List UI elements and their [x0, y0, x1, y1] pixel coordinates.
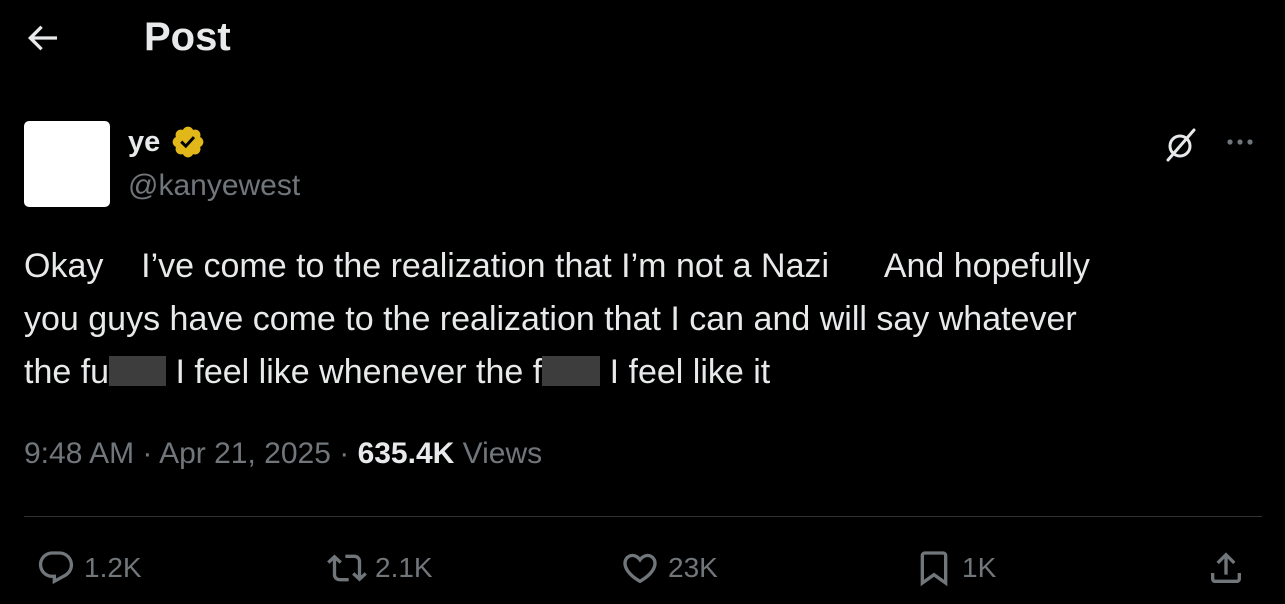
avatar[interactable] [24, 121, 110, 207]
reply-icon [38, 551, 74, 585]
top-bar: Post [0, 0, 1285, 78]
repost-button[interactable]: 2.1K [327, 546, 433, 590]
divider [24, 516, 1262, 517]
repost-icon [327, 554, 367, 582]
post-time[interactable]: 9:48 AM [24, 437, 134, 470]
ellipsis-icon [1227, 139, 1253, 145]
heart-icon [623, 553, 657, 584]
reply-count: 1.2K [84, 552, 142, 583]
more-options-button[interactable] [1220, 124, 1262, 166]
meta-separator: · [134, 437, 160, 470]
reply-button[interactable]: 1.2K [36, 546, 142, 590]
like-count: 23K [668, 552, 718, 583]
views-count[interactable]: 635.4K [358, 437, 455, 470]
verified-badge-icon[interactable] [170, 124, 206, 160]
author-handle[interactable]: @kanyewest [128, 167, 300, 205]
post-meta: 9:48 AM · Apr 21, 2025 · 635.4K Views [24, 434, 542, 474]
author-display-name[interactable]: ye [128, 124, 160, 160]
post-date[interactable]: Apr 21, 2025 [159, 437, 331, 470]
post-text-fragment: I feel like it [600, 353, 771, 391]
grok-icon [1166, 128, 1196, 162]
post-text-line: you guys have come to the realization th… [24, 300, 1077, 338]
share-button[interactable] [1206, 546, 1246, 590]
post-text-fragment: I feel like whenever the f [166, 353, 543, 391]
bookmark-icon [920, 551, 948, 587]
redaction-block [542, 356, 601, 386]
like-button[interactable]: 23K [620, 546, 718, 590]
meta-separator: · [330, 437, 358, 470]
page-title: Post [144, 15, 231, 59]
views-label: Views [454, 437, 543, 470]
arrow-left-icon [27, 25, 57, 51]
back-button[interactable] [22, 18, 68, 58]
post-text-fragment: the fu [24, 353, 110, 391]
redaction-block [109, 356, 167, 386]
repost-count: 2.1K [375, 552, 433, 583]
post-text-line: the fu I feel like whenever the f I feel… [24, 346, 1244, 399]
bookmark-count: 1K [962, 552, 997, 583]
post-text-line: Okay I’ve come to the realization that I… [24, 247, 1090, 285]
post-text: Okay I’ve come to the realization that I… [24, 240, 1244, 399]
bookmark-button[interactable]: 1K [914, 546, 996, 590]
share-icon [1211, 552, 1241, 583]
grok-button[interactable] [1160, 124, 1202, 166]
